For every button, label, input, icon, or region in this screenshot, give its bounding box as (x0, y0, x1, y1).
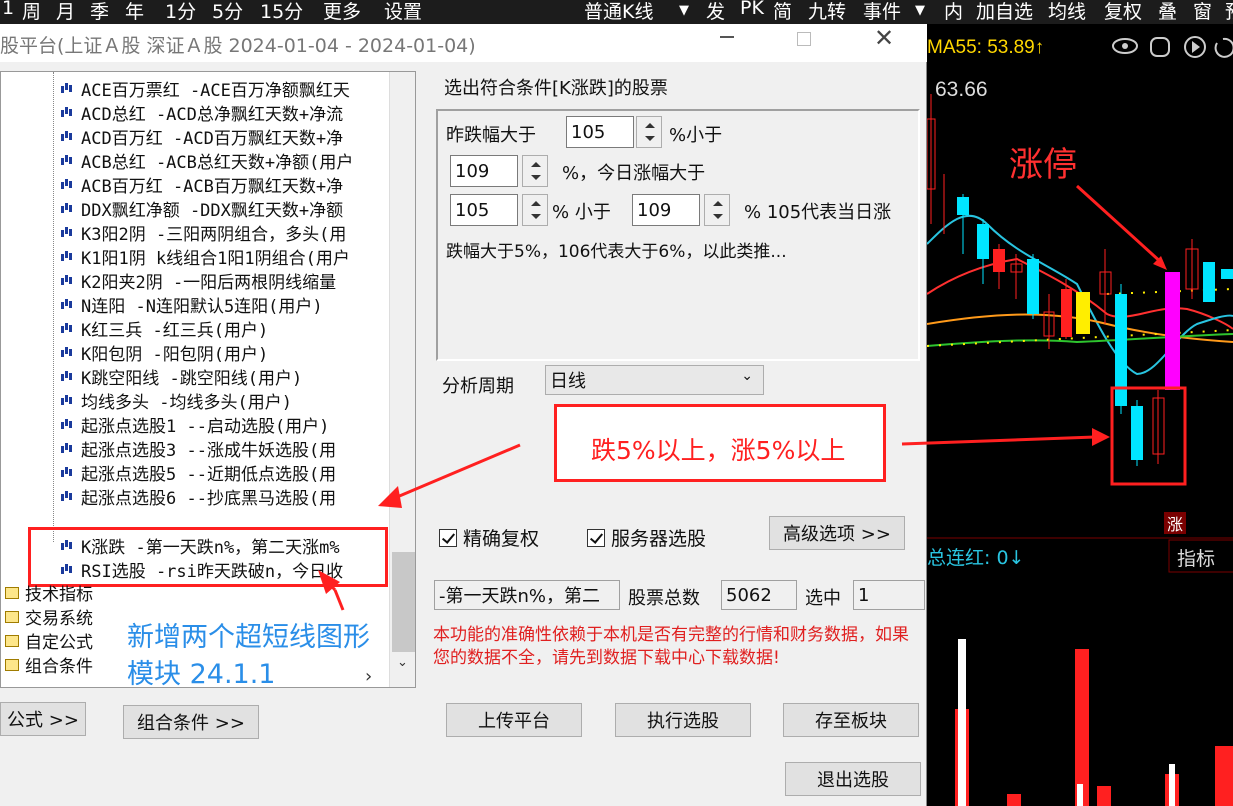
annotation-arrows (318, 428, 1110, 611)
